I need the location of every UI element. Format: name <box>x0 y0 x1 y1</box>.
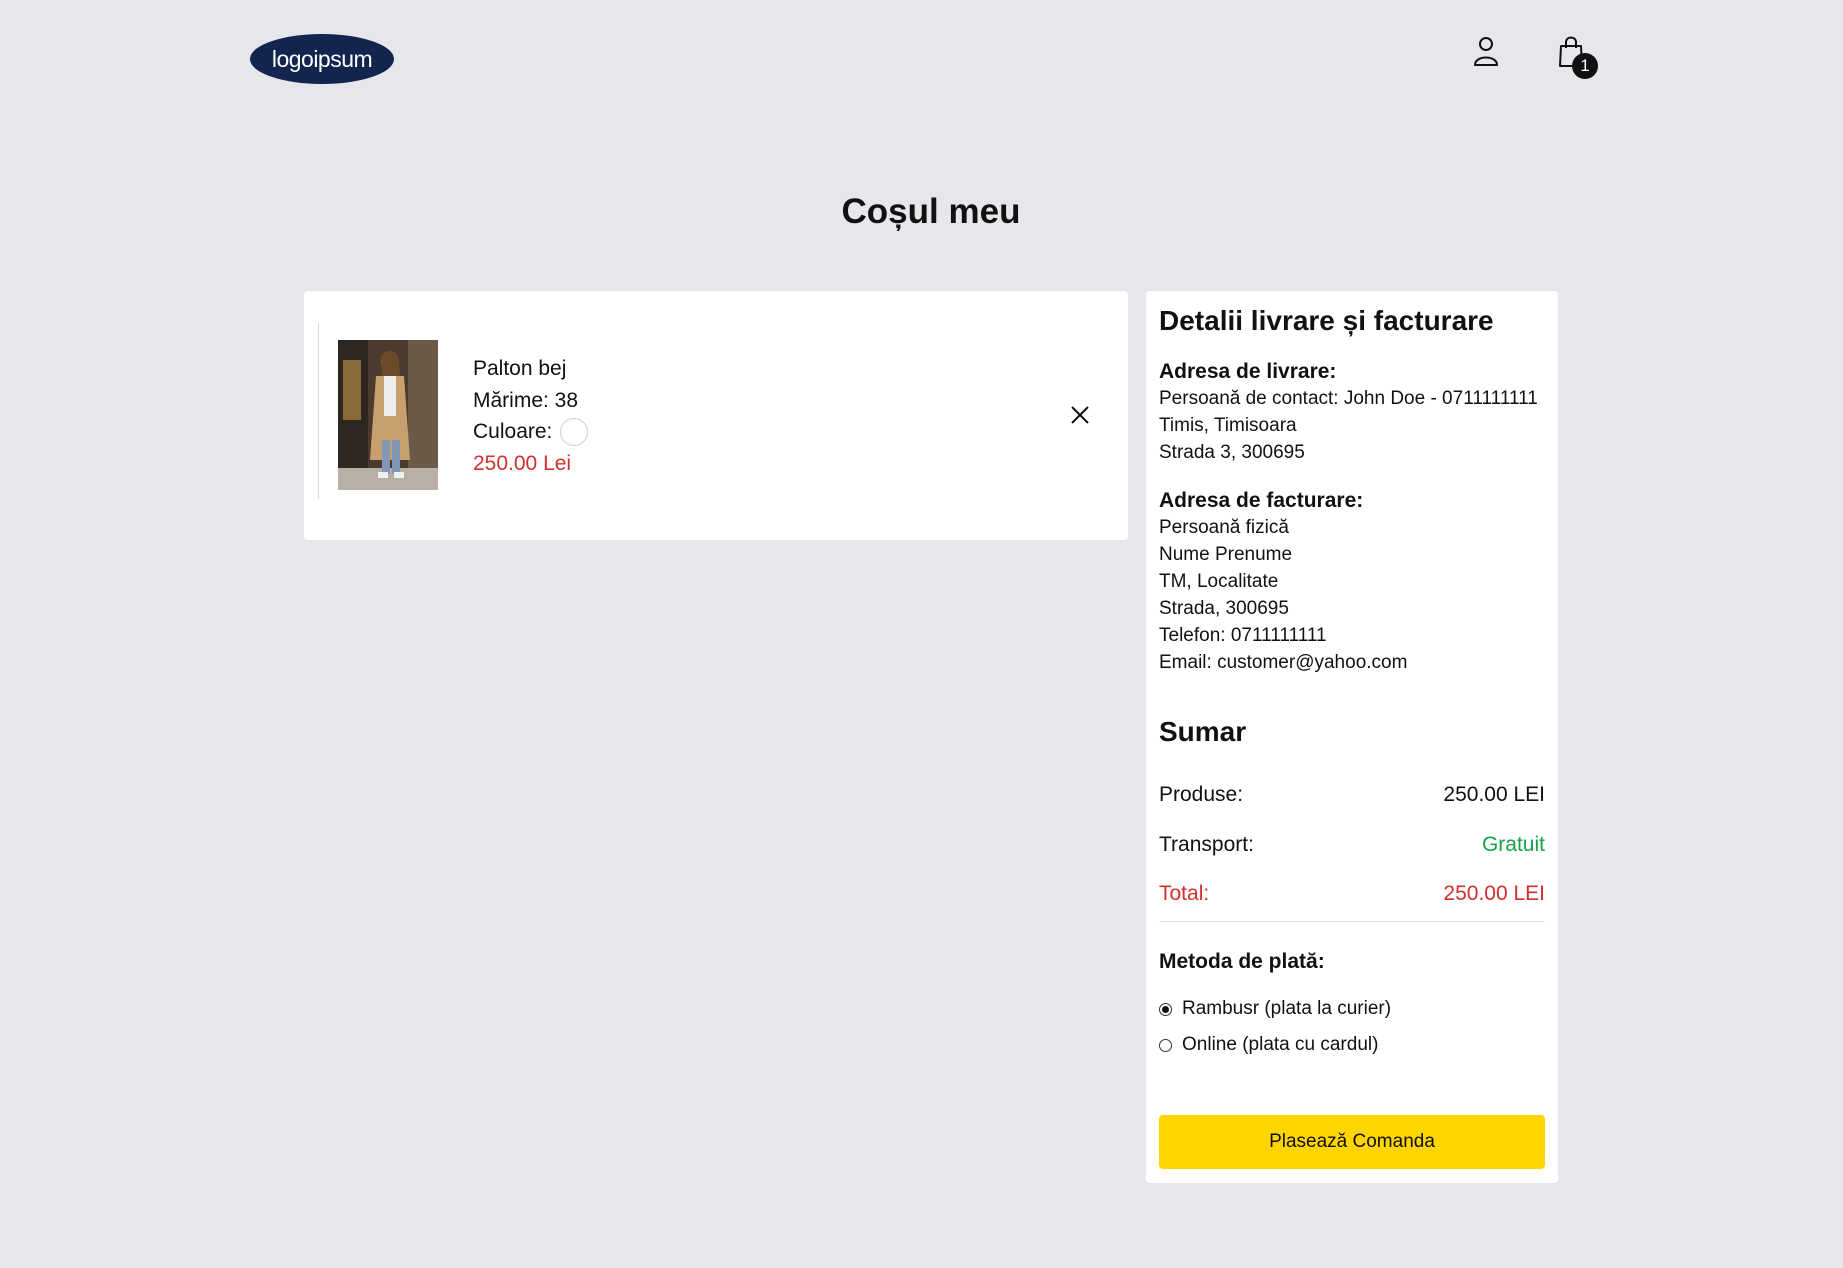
item-name[interactable]: Palton bej <box>473 353 588 385</box>
radio-button[interactable] <box>1159 1038 1172 1052</box>
payment-option-cod[interactable]: Rambusr (plata la curier) <box>1159 998 1391 1020</box>
payment-option-label: Online (plata cu cardul) <box>1182 1034 1379 1055</box>
divider <box>1159 921 1545 922</box>
products-label: Produse: <box>1159 783 1244 806</box>
user-icon[interactable] <box>1471 35 1501 69</box>
billing-line: Telefon: 0711111111 <box>1159 625 1327 646</box>
item-size: Mărime: 38 <box>473 388 579 412</box>
summary-shipping-row: Transport: Gratuit <box>1159 833 1545 857</box>
summary-products-row: Produse: 250.00 LEI <box>1159 783 1545 807</box>
cart-panel: Palton bej Mărime: 38 Culoare: 250.00 Le… <box>304 291 1128 540</box>
place-order-button[interactable]: Plasează Comanda <box>1159 1115 1545 1169</box>
payment-option-label: Rambusr (plata la curier) <box>1182 998 1392 1019</box>
billing-address: Adresa de facturare: Persoană fizică Num… <box>1159 487 1407 676</box>
radio-button-checked[interactable] <box>1159 1002 1172 1016</box>
close-icon <box>1071 406 1089 424</box>
cart-count-badge: 1 <box>1572 53 1598 79</box>
payment-method-title: Metoda de plată: <box>1159 950 1325 973</box>
billing-line: Nume Prenume <box>1159 544 1293 565</box>
shipping-label: Transport: <box>1159 833 1254 856</box>
billing-line: TM, Localitate <box>1159 571 1279 592</box>
details-panel: Detalii livrare și facturare Adresa de l… <box>1146 291 1558 1183</box>
shipping-line: Timis, Timisoara <box>1159 415 1297 436</box>
products-value: 250.00 LEI <box>1443 783 1545 806</box>
shipping-line: Persoană de contact: John Doe - 07111111… <box>1159 388 1538 409</box>
shipping-heading: Adresa de livrare: <box>1159 360 1337 383</box>
item-color-row: Culoare: <box>473 416 589 448</box>
payment-option-online[interactable]: Online (plata cu cardul) <box>1159 1034 1378 1056</box>
logo-text: logoipsum <box>271 45 373 72</box>
billing-line: Strada, 300695 <box>1159 598 1289 619</box>
logo[interactable]: logoipsum <box>250 34 394 84</box>
remove-item-button[interactable] <box>1068 403 1092 427</box>
cart-item: Palton bej Mărime: 38 Culoare: 250.00 Le… <box>318 323 1108 499</box>
page-title: Coșul meu <box>841 192 1021 231</box>
summary-total-row: Total: 250.00 LEI <box>1159 882 1545 906</box>
shipping-address: Adresa de livrare: Persoană de contact: … <box>1159 358 1538 466</box>
page: logoipsum 1 Coșul meu Palton bej Mărime:… <box>0 0 1843 1268</box>
total-label: Total: <box>1159 882 1210 905</box>
billing-heading: Adresa de facturare: <box>1159 489 1364 512</box>
item-color-label: Culoare: <box>473 420 553 443</box>
item-info: Palton bej Mărime: 38 Culoare: 250.00 Le… <box>473 353 589 479</box>
billing-line: Email: customer@yahoo.com <box>1159 652 1408 673</box>
item-price: 250.00 Lei <box>473 451 572 475</box>
details-title: Detalii livrare și facturare <box>1159 305 1494 336</box>
color-swatch <box>560 417 589 446</box>
billing-line: Persoană fizică <box>1159 517 1289 538</box>
summary-title: Sumar <box>1159 716 1247 747</box>
total-value: 250.00 LEI <box>1443 882 1545 905</box>
shipping-value: Gratuit <box>1481 833 1545 856</box>
shipping-line: Strada 3, 300695 <box>1159 442 1305 463</box>
product-image[interactable] <box>338 340 438 490</box>
